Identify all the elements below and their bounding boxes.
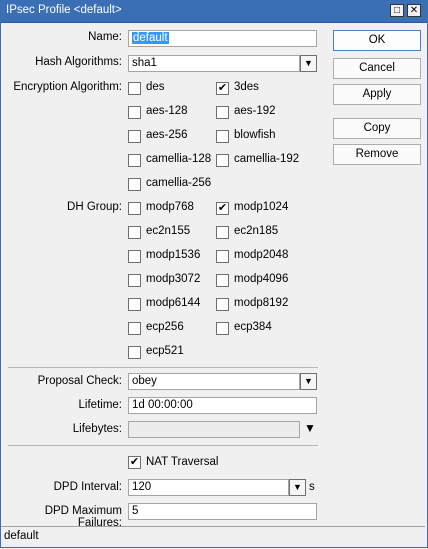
nat-traversal-checkbox[interactable]: ✔ [128,456,141,469]
dh-group-option-checkbox[interactable] [128,346,141,359]
separator [8,445,318,446]
dh-group-option-checkbox[interactable] [216,226,229,239]
dh-group-option-label: ec2n185 [234,225,279,237]
encryption-option-checkbox[interactable]: ✔ [216,82,229,95]
dh-group-option-checkbox[interactable] [128,298,141,311]
proposal-dropdown-icon[interactable]: ▼ [300,373,317,390]
dh-group-option-checkbox[interactable] [216,274,229,287]
dh-group-option-label: modp1024 [234,201,289,213]
dh-group-option-checkbox[interactable] [128,226,141,239]
dpd-max-failures-input[interactable]: 5 [128,503,317,520]
dpd-interval-unit: s [309,481,315,493]
dh-group-option-label: ecp384 [234,321,272,333]
title-bar: IPsec Profile <default> □ ✕ [0,0,428,23]
name-value: default [132,32,169,44]
encryption-option-label: aes-192 [234,105,276,117]
lifebytes-expand-icon[interactable]: ▼ [304,421,316,435]
hash-label: Hash Algorithms: [35,56,122,68]
encryption-option-checkbox[interactable] [216,130,229,143]
proposal-check-label: Proposal Check: [37,375,122,387]
close-icon[interactable]: ✕ [407,4,421,17]
name-label: Name: [88,31,122,43]
encryption-option-checkbox[interactable] [216,154,229,167]
name-input[interactable]: default [128,30,317,47]
dh-group-option-label: modp6144 [146,297,201,309]
encryption-option-checkbox[interactable] [128,130,141,143]
encryption-option-label: 3des [234,81,259,93]
dh-group-option-checkbox[interactable] [216,298,229,311]
dh-group-option-label: modp1536 [146,249,201,261]
status-bar: default [1,526,425,547]
dh-group-option-checkbox[interactable] [128,250,141,263]
dh-group-label: DH Group: [67,201,122,213]
dh-group-option-label: modp3072 [146,273,201,285]
dpd-interval-dropdown-icon[interactable]: ▼ [289,479,306,496]
encryption-option-checkbox[interactable] [128,82,141,95]
encryption-option-label: camellia-128 [146,153,212,165]
encryption-option-label: aes-128 [146,105,188,117]
ok-button[interactable]: OK [333,30,421,51]
encryption-option-checkbox[interactable] [216,106,229,119]
status-text: default [4,530,39,542]
dh-group-option-checkbox[interactable] [216,322,229,335]
cancel-button[interactable]: Cancel [333,58,421,79]
dh-group-option-checkbox[interactable] [128,274,141,287]
lifetime-input[interactable]: 1d 00:00:00 [128,397,317,414]
dh-group-option-checkbox[interactable]: ✔ [216,202,229,215]
hash-select[interactable]: sha1 [128,55,300,72]
encryption-option-checkbox[interactable] [128,154,141,167]
restore-icon[interactable]: □ [390,4,404,17]
dh-group-option-checkbox[interactable] [128,202,141,215]
dh-group-option-label: ecp256 [146,321,184,333]
nat-traversal-label: NAT Traversal [146,456,219,468]
check-icon: ✔ [217,82,228,94]
encryption-option-label: aes-256 [146,129,188,141]
encryption-label: Encryption Algorithm: [13,81,122,93]
proposal-check-select[interactable]: obey [128,373,300,390]
lifebytes-input[interactable] [128,421,300,438]
apply-button[interactable]: Apply [333,84,421,105]
dpd-interval-label: DPD Interval: [53,481,122,493]
encryption-option-label: des [146,81,165,93]
check-icon: ✔ [217,202,228,214]
window-title: IPsec Profile <default> [6,4,122,16]
dh-group-option-label: modp4096 [234,273,289,285]
separator [8,367,318,368]
dh-group-option-label: ecp521 [146,345,184,357]
encryption-option-label: camellia-256 [146,177,212,189]
check-icon: ✔ [129,456,140,468]
encryption-option-label: camellia-192 [234,153,300,165]
encryption-option-checkbox[interactable] [128,106,141,119]
encryption-option-checkbox[interactable] [128,178,141,191]
copy-button[interactable]: Copy [333,118,421,139]
remove-button[interactable]: Remove [333,144,421,165]
dh-group-option-checkbox[interactable] [128,322,141,335]
dh-group-option-checkbox[interactable] [216,250,229,263]
lifebytes-label: Lifebytes: [72,423,122,435]
dh-group-option-label: modp2048 [234,249,289,261]
hash-dropdown-icon[interactable]: ▼ [300,55,317,72]
dh-group-option-label: modp8192 [234,297,289,309]
encryption-option-label: blowfish [234,129,276,141]
dh-group-option-label: modp768 [146,201,194,213]
dpd-interval-input[interactable]: 120 [128,479,289,496]
dh-group-option-label: ec2n155 [146,225,191,237]
lifetime-label: Lifetime: [78,399,122,411]
